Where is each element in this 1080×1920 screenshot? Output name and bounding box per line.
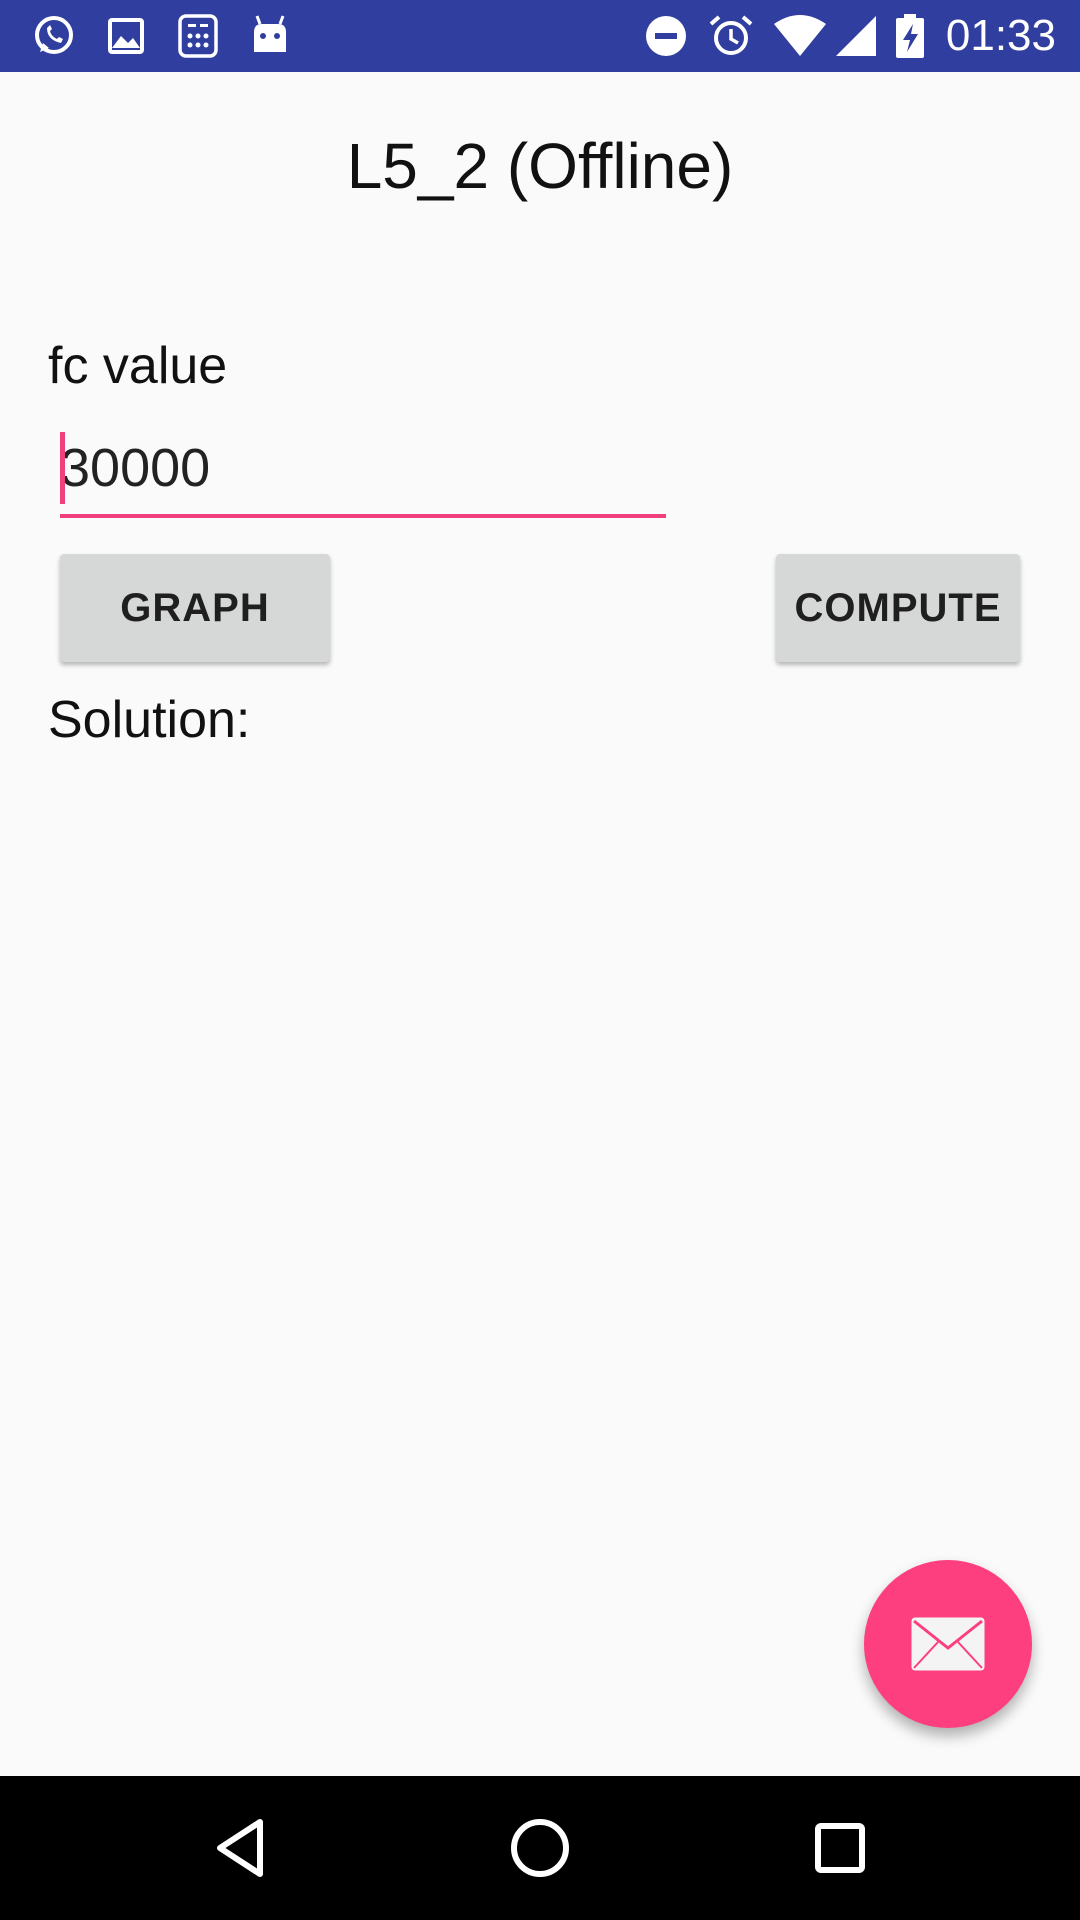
android-icon	[254, 15, 286, 52]
status-time: 01:33	[945, 11, 1056, 60]
fc-value-field-container	[60, 428, 666, 518]
wifi-icon	[774, 15, 826, 56]
email-icon	[911, 1617, 985, 1671]
home-icon[interactable]	[504, 1812, 576, 1884]
email-fab-button[interactable]	[864, 1560, 1032, 1728]
alarm-icon	[709, 15, 753, 55]
fc-value-input[interactable]	[60, 428, 666, 508]
do-not-disturb-icon	[646, 16, 686, 56]
solution-label: Solution:	[48, 691, 251, 749]
graph-button[interactable]: GRAPH	[60, 554, 330, 662]
whatsapp-icon	[35, 16, 73, 54]
page-title: L5_2 (Offline)	[346, 130, 734, 202]
image-icon	[108, 18, 144, 54]
battery-charging-icon	[896, 14, 924, 58]
status-bar: 01:33	[0, 0, 1080, 72]
recents-icon[interactable]	[804, 1812, 876, 1884]
input-underline	[60, 514, 666, 518]
signal-icon	[836, 16, 876, 56]
compute-button[interactable]: COMPUTE	[776, 554, 1020, 662]
text-cursor	[60, 432, 65, 504]
fc-value-label: fc value	[48, 337, 228, 395]
navigation-bar	[0, 1776, 1080, 1920]
calculator-icon	[178, 14, 218, 58]
back-icon[interactable]	[204, 1812, 276, 1884]
